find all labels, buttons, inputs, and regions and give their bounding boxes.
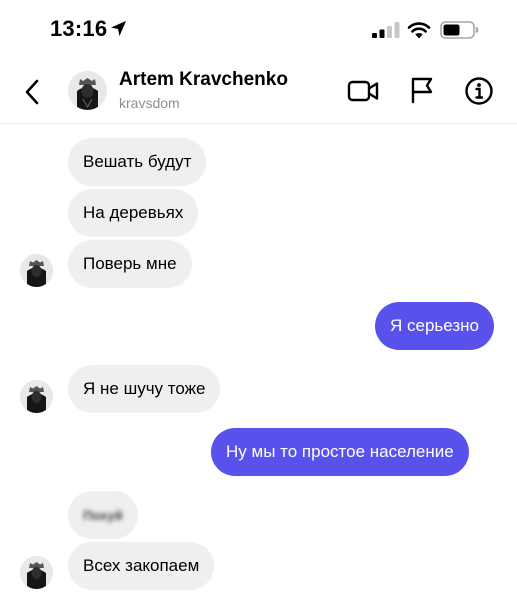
message-text: Я серьезно xyxy=(390,316,479,335)
message-text: На деревьях xyxy=(83,203,184,222)
incoming-message-blurred[interactable]: Похуй xyxy=(68,491,138,539)
wifi-icon xyxy=(407,22,431,39)
message-text: Поверь мне xyxy=(83,254,177,273)
video-call-icon[interactable] xyxy=(347,78,379,104)
contact-username: kravsdom xyxy=(119,95,180,111)
outgoing-message[interactable]: Я серьезно xyxy=(375,302,494,350)
outgoing-message[interactable]: Ну мы то простое население xyxy=(211,428,469,476)
message-text: Похуй xyxy=(83,508,123,523)
avatar[interactable] xyxy=(20,254,53,287)
incoming-message[interactable]: На деревьях xyxy=(68,189,199,237)
incoming-message[interactable]: Вешать будут xyxy=(68,138,207,186)
cellular-signal-icon xyxy=(372,22,400,38)
message-text: Всех закопаем xyxy=(83,556,200,575)
contact-name[interactable]: Artem Kravchenko xyxy=(119,69,288,91)
status-time: 13:16 xyxy=(50,16,108,41)
message-thread: Вешать будут На деревьях Поверь мне Я се… xyxy=(0,125,517,600)
message-text: Ну мы то простое население xyxy=(226,442,454,461)
incoming-message[interactable]: Всех закопаем xyxy=(68,542,215,590)
message-text: Вешать будут xyxy=(83,152,192,171)
flag-icon[interactable] xyxy=(409,76,435,104)
avatar[interactable] xyxy=(20,556,53,589)
location-arrow-icon xyxy=(111,21,126,36)
incoming-message[interactable]: Я не шучу тоже xyxy=(68,365,221,413)
back-chevron-icon[interactable] xyxy=(22,78,44,106)
message-text: Я не шучу тоже xyxy=(83,379,206,398)
incoming-message[interactable]: Поверь мне xyxy=(68,240,192,288)
battery-icon xyxy=(440,21,479,39)
avatar[interactable] xyxy=(68,71,107,110)
info-icon[interactable] xyxy=(464,76,494,106)
avatar[interactable] xyxy=(20,380,53,413)
chat-header: Artem Kravchenko kravsdom xyxy=(0,58,517,124)
status-bar: 13:16 xyxy=(0,0,517,58)
